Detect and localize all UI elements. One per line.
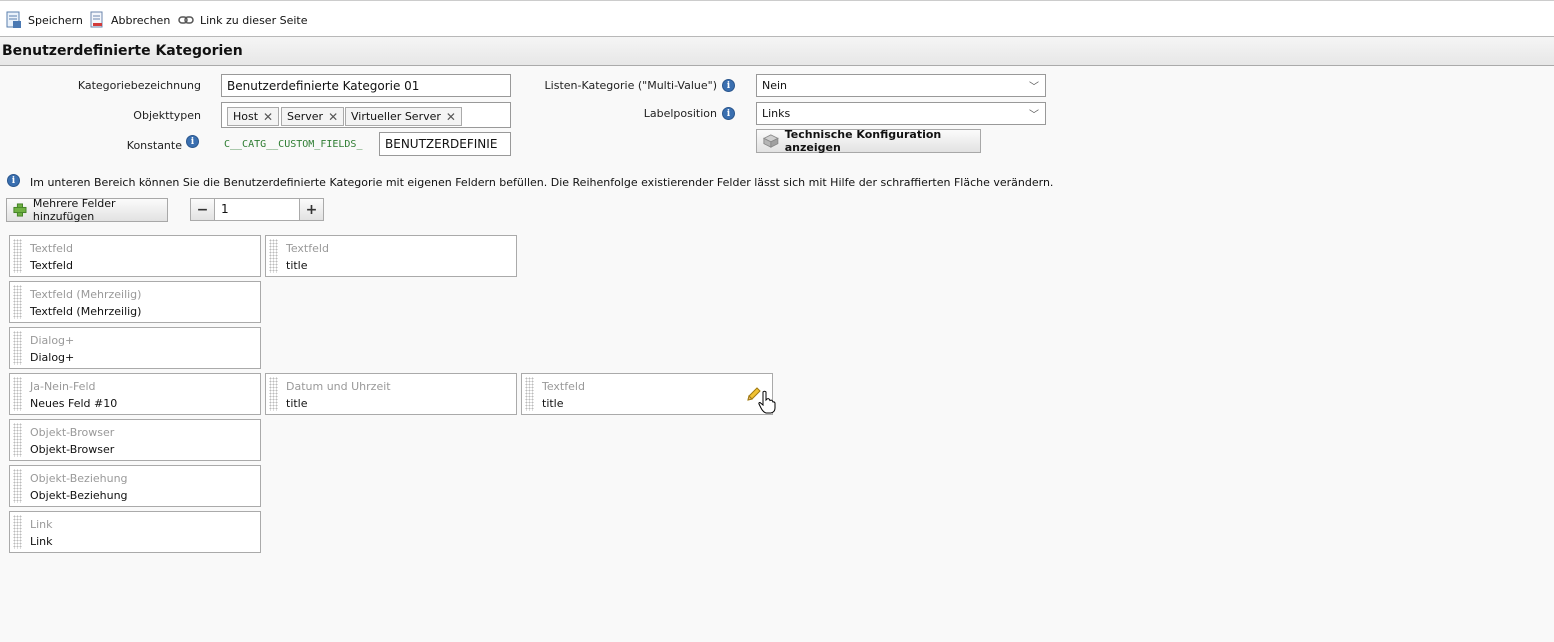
field-type: Ja-Nein-Feld xyxy=(30,380,96,393)
save-label: Speichern xyxy=(28,13,83,27)
link-icon xyxy=(178,16,194,24)
page-link-button[interactable]: Link zu dieser Seite xyxy=(178,9,307,31)
hand-cursor-icon xyxy=(758,390,776,414)
tag-label: Server xyxy=(287,110,324,123)
technical-config-button[interactable]: Technische Konfiguration anzeigen xyxy=(756,128,981,154)
field-card[interactable]: Ja-Nein-Feld Neues Feld #10 xyxy=(9,373,261,415)
cube-icon xyxy=(763,134,779,148)
field-count-stepper: − 1 + xyxy=(190,198,324,221)
drag-handle[interactable] xyxy=(269,239,278,273)
field-name: Textfeld (Mehrzeilig) xyxy=(30,305,142,318)
drag-handle[interactable] xyxy=(13,239,22,273)
drag-handle[interactable] xyxy=(525,377,534,411)
info-icon: i xyxy=(7,174,20,187)
field-card[interactable]: Textfeld title xyxy=(265,235,517,277)
field-name: Objekt-Beziehung xyxy=(30,489,128,502)
field-name: title xyxy=(542,397,564,410)
save-icon xyxy=(6,11,21,28)
field-card[interactable]: Textfeld (Mehrzeilig) Textfeld (Mehrzeil… xyxy=(9,281,261,323)
field-name: Link xyxy=(30,535,53,548)
page-link-label: Link zu dieser Seite xyxy=(200,13,308,27)
field-type: Datum und Uhrzeit xyxy=(286,380,391,393)
field-name: title xyxy=(286,397,308,410)
field-type: Dialog+ xyxy=(30,334,75,347)
field-type: Textfeld xyxy=(30,242,73,255)
field-card[interactable]: Datum und Uhrzeit title xyxy=(265,373,517,415)
field-type: Textfeld xyxy=(542,380,585,393)
field-name: Dialog+ xyxy=(30,351,75,364)
constant-label: Konstante xyxy=(126,139,182,152)
info-icon[interactable]: i xyxy=(722,107,735,120)
field-type: Textfeld (Mehrzeilig) xyxy=(30,288,142,301)
field-card[interactable]: Dialog+ Dialog+ xyxy=(9,327,261,369)
save-button[interactable]: Speichern xyxy=(6,9,83,31)
object-types-input[interactable]: Host ✕ Server ✕ Virtueller Server ✕ xyxy=(221,102,511,128)
field-type: Link xyxy=(30,518,53,531)
field-card[interactable]: Link Link xyxy=(9,511,261,553)
category-name-input[interactable] xyxy=(221,74,511,97)
multi-value-select[interactable]: Nein ﹀ xyxy=(756,74,1046,97)
drag-handle[interactable] xyxy=(269,377,278,411)
multi-value-label: Listen-Kategorie ("Multi-Value") xyxy=(544,79,717,92)
drag-handle[interactable] xyxy=(13,377,22,411)
field-name: Objekt-Browser xyxy=(30,443,115,456)
field-card[interactable]: Textfeld title xyxy=(521,373,773,415)
decrement-button[interactable]: − xyxy=(190,198,215,221)
drag-handle[interactable] xyxy=(13,423,22,457)
drag-handle[interactable] xyxy=(13,469,22,503)
add-multiple-fields-label: Mehrere Felder hinzufügen xyxy=(32,197,116,223)
object-type-tag-virtual-server[interactable]: Virtueller Server ✕ xyxy=(345,107,462,126)
drag-handle[interactable] xyxy=(13,285,22,319)
field-type: Objekt-Browser xyxy=(30,426,115,439)
field-type: Objekt-Beziehung xyxy=(30,472,128,485)
remove-icon[interactable]: ✕ xyxy=(328,110,338,124)
increment-button[interactable]: + xyxy=(299,198,324,221)
category-name-label: Kategoriebezeichnung xyxy=(77,79,201,92)
tag-label: Host xyxy=(233,110,259,123)
notice-text: Im unteren Bereich können Sie die Benutz… xyxy=(30,176,1054,189)
field-name: Textfeld xyxy=(30,259,73,272)
constant-input[interactable] xyxy=(379,132,511,156)
multi-value-selected: Nein xyxy=(762,79,788,92)
label-position-selected: Links xyxy=(762,107,791,120)
object-types-label: Objekttypen xyxy=(133,109,201,122)
chevron-down-icon: ﹀ xyxy=(1029,82,1039,93)
label-position-label: Labelposition xyxy=(643,107,717,120)
add-multiple-fields-button[interactable]: Mehrere Felder hinzufügen xyxy=(6,197,168,223)
field-name: Neues Feld #10 xyxy=(30,397,118,410)
info-icon[interactable]: i xyxy=(722,79,735,92)
field-name: title xyxy=(286,259,308,272)
object-type-tag-host[interactable]: Host ✕ xyxy=(227,107,280,126)
page-title: Benutzerdefinierte Kategorien xyxy=(2,43,243,59)
field-card[interactable]: Objekt-Browser Objekt-Browser xyxy=(9,419,261,461)
field-card[interactable]: Objekt-Beziehung Objekt-Beziehung xyxy=(9,465,261,507)
info-icon[interactable]: i xyxy=(186,135,199,148)
remove-icon[interactable]: ✕ xyxy=(263,110,273,124)
cancel-button[interactable]: Abbrechen xyxy=(89,9,170,31)
drag-handle[interactable] xyxy=(13,515,22,549)
constant-prefix: C__CATG__CUSTOM_FIELDS_ xyxy=(224,139,363,150)
field-card[interactable]: Textfeld Textfeld xyxy=(9,235,261,277)
field-type: Textfeld xyxy=(286,242,329,255)
drag-handle[interactable] xyxy=(13,331,22,365)
label-position-select[interactable]: Links ﹀ xyxy=(756,102,1046,125)
toolbar: Speichern Abbrechen Link zu dieser Seite xyxy=(0,0,1554,37)
object-type-tag-server[interactable]: Server ✕ xyxy=(281,107,345,126)
field-count-input[interactable]: 1 xyxy=(215,198,299,221)
section-header: Benutzerdefinierte Kategorien xyxy=(0,37,1554,66)
tag-label: Virtueller Server xyxy=(351,110,441,123)
remove-icon[interactable]: ✕ xyxy=(446,110,456,124)
technical-config-label: Technische Konfiguration anzeigen xyxy=(784,128,942,154)
chevron-down-icon: ﹀ xyxy=(1029,110,1039,121)
plus-icon xyxy=(13,203,27,217)
cancel-icon xyxy=(90,11,103,28)
cancel-label: Abbrechen xyxy=(111,13,171,27)
